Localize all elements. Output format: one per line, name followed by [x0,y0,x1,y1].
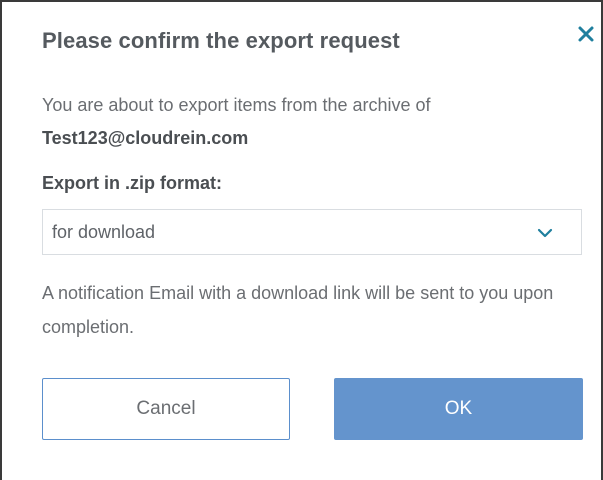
export-message: You are about to export items from the a… [42,89,582,155]
export-message-text: You are about to export items from the a… [42,95,431,115]
format-label: Export in .zip format: [42,173,222,193]
format-select[interactable]: for download [42,209,582,255]
archive-email: Test123@cloudrein.com [42,128,249,148]
dialog-title: Please confirm the export request [42,28,400,53]
format-select-value: for download [52,221,156,242]
notification-note: A notification Email with a download lin… [42,283,554,337]
cancel-button[interactable]: Cancel [42,378,290,440]
export-confirm-dialog: Please confirm the export request You ar… [0,0,603,480]
ok-button[interactable]: OK [334,378,583,440]
close-button[interactable] [572,20,600,48]
close-icon [578,26,594,42]
chevron-down-icon [537,228,553,238]
